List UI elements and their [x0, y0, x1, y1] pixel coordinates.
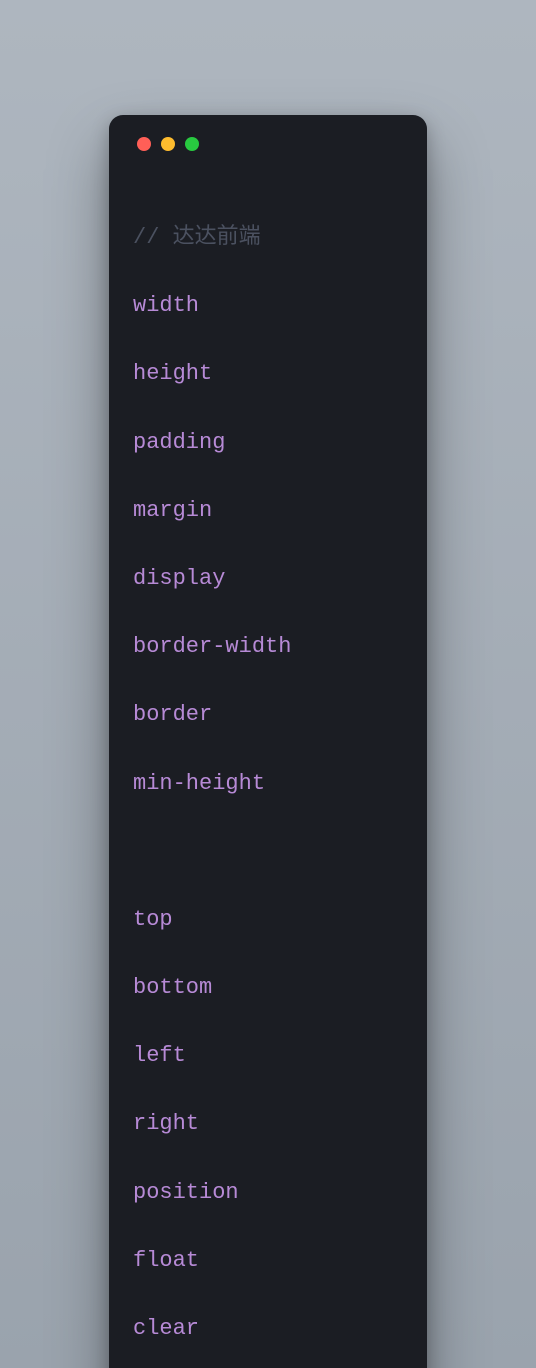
css-property: top	[133, 903, 403, 937]
comment-text: 达达前端	[173, 225, 261, 250]
canvas: // 达达前端 width height padding margin disp…	[0, 0, 536, 1368]
css-property: width	[133, 289, 403, 323]
code-comment: // 达达前端	[133, 221, 403, 255]
css-property: left	[133, 1039, 403, 1073]
zoom-icon[interactable]	[185, 137, 199, 151]
css-property: display	[133, 562, 403, 596]
comment-slashes: //	[133, 225, 159, 250]
css-property: border-width	[133, 630, 403, 664]
close-icon[interactable]	[137, 137, 151, 151]
css-property: position	[133, 1176, 403, 1210]
css-property: height	[133, 357, 403, 391]
minimize-icon[interactable]	[161, 137, 175, 151]
css-property: border	[133, 698, 403, 732]
window-controls	[133, 137, 403, 151]
css-property: padding	[133, 426, 403, 460]
css-property: right	[133, 1107, 403, 1141]
css-property: bottom	[133, 971, 403, 1005]
css-property: margin	[133, 494, 403, 528]
code-block: // 达达前端 width height padding margin disp…	[133, 187, 403, 1368]
code-window: // 达达前端 width height padding margin disp…	[109, 115, 427, 1368]
blank-line	[133, 835, 403, 869]
css-property: float	[133, 1244, 403, 1278]
css-property: min-height	[133, 767, 403, 801]
css-property: clear	[133, 1312, 403, 1346]
